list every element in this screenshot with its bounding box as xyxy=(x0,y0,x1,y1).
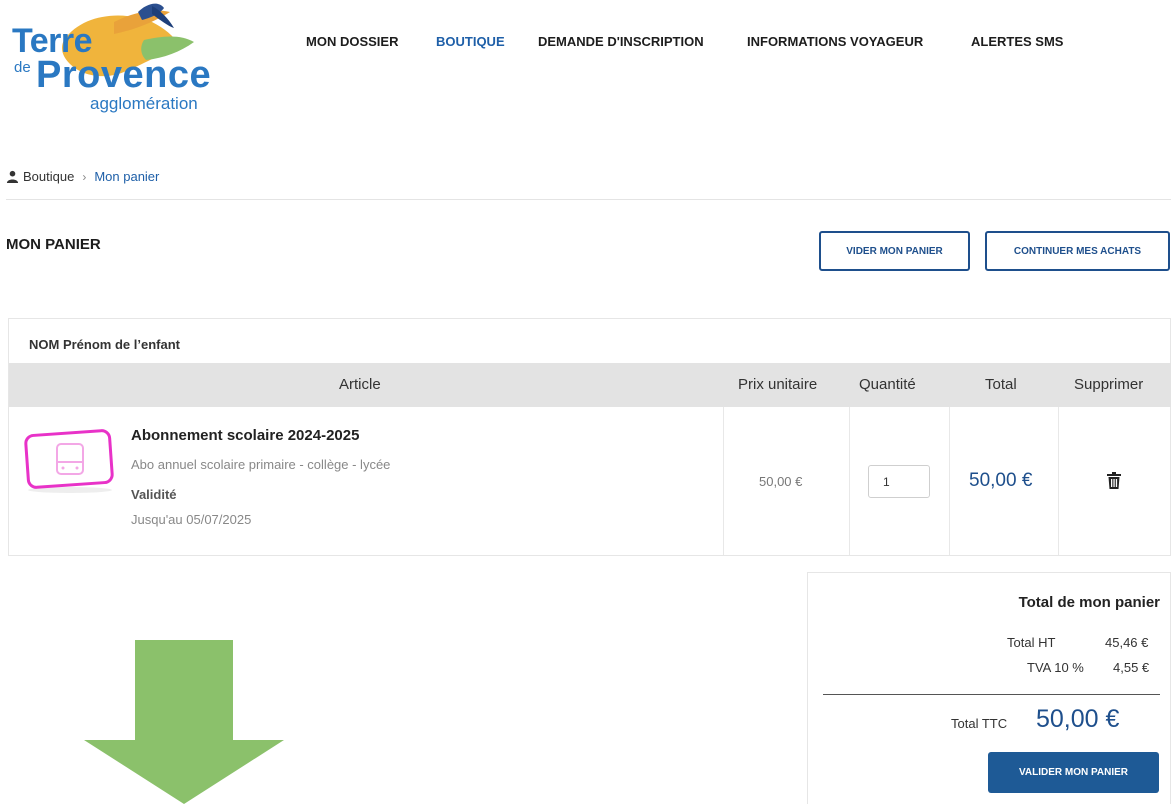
product-title: Abonnement scolaire 2024-2025 xyxy=(131,427,360,444)
column-header-article: Article xyxy=(339,376,381,393)
column-header-quantity: Quantité xyxy=(859,376,916,393)
product-description: Abo annuel scolaire primaire - collège -… xyxy=(131,457,391,472)
divider xyxy=(6,199,1171,200)
table-header: Article Prix unitaire Quantité Total Sup… xyxy=(9,363,1171,407)
breadcrumb: Boutique › Mon panier xyxy=(6,169,159,184)
user-icon xyxy=(6,170,19,183)
nav-item-mon-dossier[interactable]: MON DOSSIER xyxy=(306,34,398,49)
nav-item-alertes-sms[interactable]: ALERTES SMS xyxy=(971,34,1063,49)
nav-item-demande-inscription[interactable]: DEMANDE D'INSCRIPTION xyxy=(538,34,704,49)
child-name-label: NOM Prénom de l’enfant xyxy=(29,337,180,352)
trash-icon[interactable] xyxy=(1107,472,1121,489)
total-ttc-label: Total TTC xyxy=(951,716,1008,731)
validate-cart-button[interactable]: VALIDER MON PANIER xyxy=(988,752,1159,793)
summary-divider xyxy=(823,694,1160,695)
line-total: 50,00 € xyxy=(969,470,1033,491)
column-divider xyxy=(723,407,724,555)
column-divider xyxy=(1058,407,1059,555)
logo-word-agglomeration: agglomération xyxy=(90,94,198,113)
logo-word-provence: Provence xyxy=(36,54,212,96)
column-header-total: Total xyxy=(985,376,1017,393)
breadcrumb-current: Mon panier xyxy=(94,169,160,184)
breadcrumb-boutique[interactable]: Boutique xyxy=(23,169,74,184)
column-header-unit-price: Prix unitaire xyxy=(738,376,818,393)
column-header-delete: Supprimer xyxy=(1074,376,1144,393)
unit-price: 50,00 € xyxy=(759,474,803,489)
column-divider xyxy=(849,407,850,555)
total-ht-value: 45,46 € xyxy=(1105,635,1149,650)
column-divider xyxy=(949,407,950,555)
arrow-down-icon xyxy=(84,640,284,804)
tva-value: 4,55 € xyxy=(1113,660,1150,675)
tva-label: TVA 10 % xyxy=(1027,660,1084,675)
continue-shopping-button[interactable]: CONTINUER MES ACHATS xyxy=(985,231,1170,271)
quantity-input[interactable] xyxy=(868,465,930,498)
nav-item-informations-voyageur[interactable]: INFORMATIONS VOYAGEUR xyxy=(747,34,923,49)
site-logo[interactable]: Terre de Provence agglomération xyxy=(4,2,218,120)
validity-label: Validité xyxy=(131,487,177,502)
total-ht-label: Total HT xyxy=(1007,635,1056,650)
nav-item-boutique[interactable]: BOUTIQUE xyxy=(436,34,505,49)
logo-word-de: de xyxy=(14,59,31,76)
main-nav: MON DOSSIER BOUTIQUE DEMANDE D'INSCRIPTI… xyxy=(0,34,1171,54)
bus-pass-icon xyxy=(24,429,114,493)
total-ttc-value: 50,00 € xyxy=(1036,705,1120,733)
breadcrumb-separator: › xyxy=(82,169,87,184)
validity-date: Jusqu'au 05/07/2025 xyxy=(131,512,252,527)
summary-title: Total de mon panier xyxy=(1018,594,1160,611)
page-title: MON PANIER xyxy=(6,236,101,253)
empty-cart-button[interactable]: VIDER MON PANIER xyxy=(819,231,970,271)
